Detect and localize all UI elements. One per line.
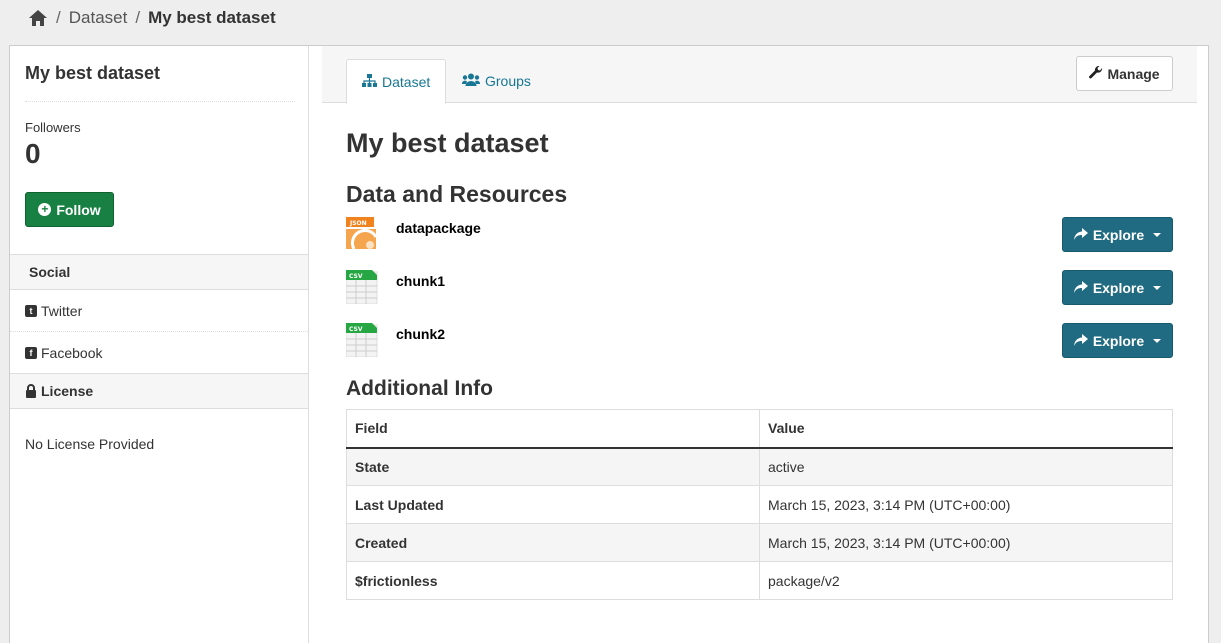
wrench-icon	[1089, 65, 1103, 82]
home-icon[interactable]	[28, 9, 48, 27]
table-header: Value	[759, 409, 1173, 449]
divider	[25, 101, 295, 102]
tab-groups-label: Groups	[485, 73, 531, 89]
breadcrumb-current[interactable]: My best dataset	[148, 8, 276, 28]
breadcrumb: / Dataset / My best dataset	[28, 6, 276, 30]
json-file-icon: JSON	[346, 217, 378, 251]
breadcrumb-separator: /	[135, 8, 141, 27]
explore-button-label: Explore	[1092, 279, 1145, 296]
plus-circle-icon: +	[38, 203, 52, 216]
twitter-label: Twitter	[41, 302, 83, 319]
csv-file-icon: CSV	[345, 270, 378, 305]
table-cell-value: March 15, 2023, 3:14 PM (UTC+00:00)	[759, 523, 1173, 562]
share-icon	[1073, 333, 1088, 349]
table-cell-field: Last Updated	[346, 485, 760, 524]
followers-count: 0	[25, 138, 41, 169]
explore-button-label: Explore	[1092, 332, 1145, 349]
resource-item: CSV chunk2 Explore	[345, 323, 1173, 363]
breadcrumb-dataset-link[interactable]: Dataset	[69, 8, 128, 28]
resource-item: JSON datapackage Explore	[346, 217, 1173, 257]
svg-text:CSV: CSV	[349, 273, 363, 280]
explore-button[interactable]: Explore	[1062, 217, 1173, 252]
table-cell-field: $frictionless	[346, 561, 760, 600]
table-row: Last Updated March 15, 2023, 3:14 PM (UT…	[346, 485, 1173, 524]
license-heading: License	[10, 373, 308, 409]
sidebar-title: My best dataset	[25, 63, 161, 83]
page-wrapper: My best dataset Followers 0 + Follow Soc…	[9, 45, 1209, 643]
resource-name[interactable]: chunk2	[396, 326, 445, 342]
table-cell-value: package/v2	[759, 561, 1173, 600]
table-row: $frictionless package/v2	[346, 561, 1173, 600]
facebook-icon: f	[25, 347, 37, 359]
license-heading-label: License	[41, 383, 94, 399]
twitter-icon: t	[25, 304, 37, 317]
tab-dataset[interactable]: Dataset	[346, 59, 447, 104]
license-text: No License Provided	[25, 436, 155, 452]
follow-button[interactable]: + Follow	[25, 192, 114, 227]
facebook-link[interactable]: f Facebook	[10, 332, 308, 374]
table-row: Created March 15, 2023, 3:14 PM (UTC+00:…	[346, 523, 1173, 562]
caret-down-icon	[1153, 232, 1162, 237]
svg-text:JSON: JSON	[349, 220, 367, 227]
explore-button-label: Explore	[1092, 226, 1145, 243]
resource-item: CSV chunk1 Explore	[345, 270, 1173, 310]
followers-label: Followers	[25, 120, 81, 135]
table-cell-value: active	[759, 447, 1173, 486]
lock-icon	[25, 384, 37, 398]
twitter-link[interactable]: t Twitter	[10, 290, 308, 332]
table-header: Field	[346, 409, 760, 449]
social-heading: Social	[10, 254, 308, 290]
breadcrumb-separator: /	[56, 8, 61, 27]
tabs-bar: Dataset Groups Manage	[322, 46, 1197, 104]
resources-heading: Data and Resources	[346, 181, 568, 207]
resource-name[interactable]: datapackage	[396, 220, 481, 236]
table-cell-value: March 15, 2023, 3:14 PM (UTC+00:00)	[759, 485, 1173, 524]
page-title: My best dataset	[346, 128, 549, 158]
table-header-row: Field Value	[346, 409, 1173, 449]
tab-dataset-label: Dataset	[382, 73, 431, 90]
additional-info-table: Field Value State active Last Updated Ma…	[346, 409, 1173, 600]
follow-button-label: Follow	[56, 201, 101, 218]
facebook-label: Facebook	[41, 345, 103, 361]
table-row: State active	[346, 447, 1173, 486]
manage-button-label: Manage	[1107, 65, 1160, 82]
tab-groups[interactable]: Groups	[447, 59, 546, 103]
caret-down-icon	[1153, 338, 1162, 343]
csv-file-icon: CSV	[345, 323, 378, 358]
additional-info-heading: Additional Info	[346, 377, 493, 400]
users-icon	[461, 73, 481, 89]
sitemap-icon	[362, 73, 377, 90]
explore-button[interactable]: Explore	[1062, 270, 1173, 305]
caret-down-icon	[1153, 285, 1162, 290]
svg-text:CSV: CSV	[349, 326, 363, 333]
table-cell-field: State	[346, 447, 760, 486]
table-cell-field: Created	[346, 523, 760, 562]
share-icon	[1073, 280, 1088, 296]
explore-button[interactable]: Explore	[1062, 323, 1173, 358]
sidebar: My best dataset Followers 0 + Follow Soc…	[10, 46, 309, 643]
main-content: Dataset Groups Manage My best dataset Da…	[322, 46, 1197, 643]
manage-button[interactable]: Manage	[1076, 56, 1173, 91]
share-icon	[1073, 227, 1088, 243]
resource-name[interactable]: chunk1	[396, 273, 445, 289]
